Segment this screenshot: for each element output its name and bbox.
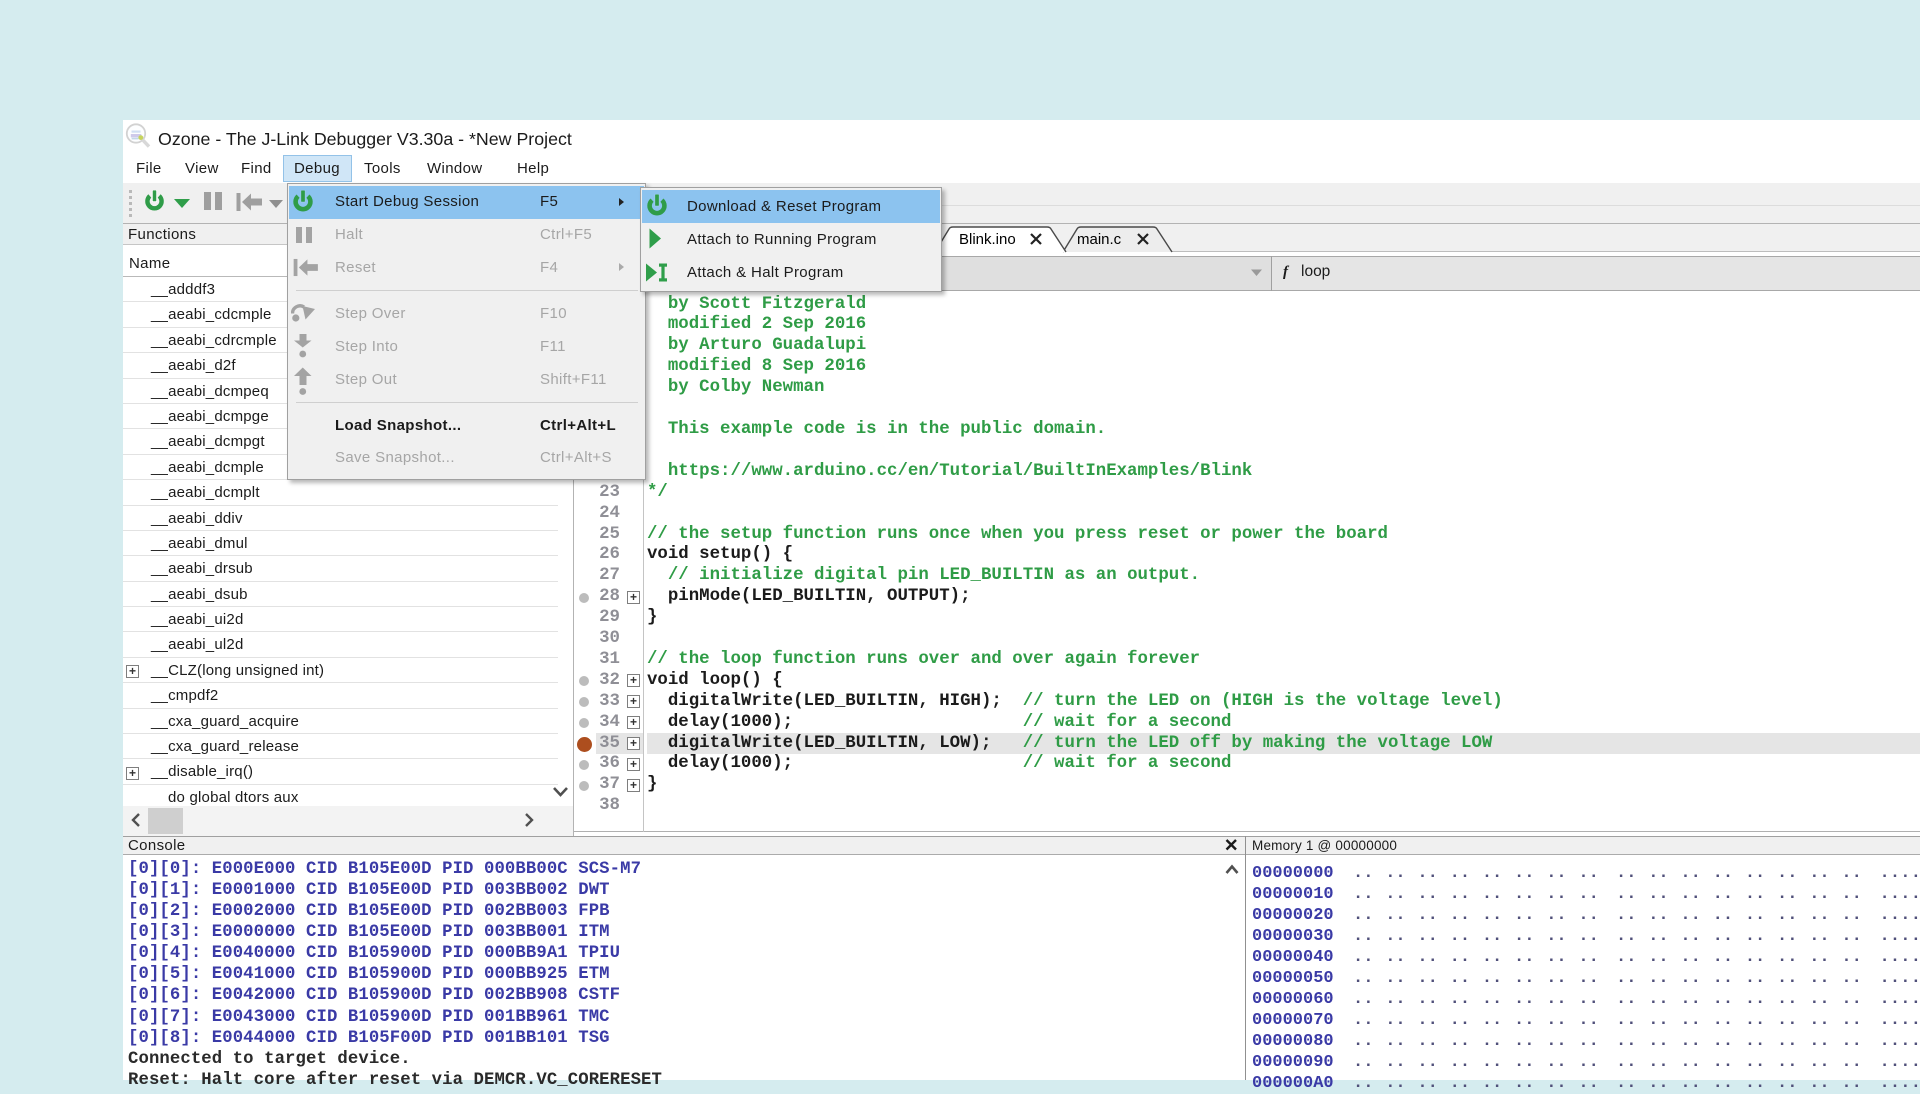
svg-text:Blink.ino: Blink.ino — [959, 231, 1016, 248]
svg-text:main.c: main.c — [1077, 231, 1122, 248]
